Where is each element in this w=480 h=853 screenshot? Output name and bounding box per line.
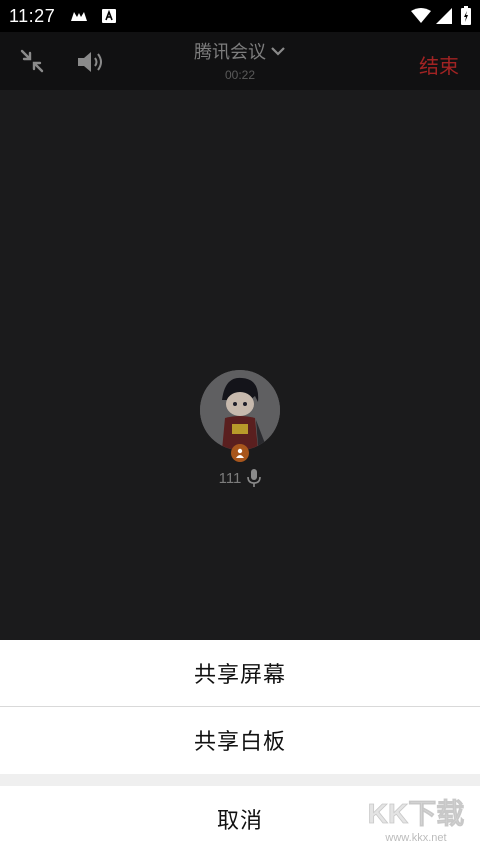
status-time: 11:27	[9, 6, 56, 26]
video-area	[0, 90, 480, 640]
signal-icon	[436, 8, 452, 24]
user-icon	[236, 448, 244, 458]
sheet-separator	[0, 774, 480, 786]
meeting-timer: 00:22	[224, 68, 256, 82]
chevron-down-icon	[271, 47, 285, 56]
end-meeting-button[interactable]: 结束	[419, 50, 459, 79]
participant-avatar[interactable]	[200, 370, 280, 450]
avatar-image	[200, 370, 280, 450]
share-whiteboard-option[interactable]: 共享白板	[0, 707, 480, 773]
notification-app-icon	[71, 12, 87, 21]
share-screen-option[interactable]: 共享屏幕	[0, 640, 480, 706]
meeting-title-text: 腾讯会议	[194, 42, 266, 62]
microphone-icon	[247, 469, 262, 487]
host-badge	[231, 444, 249, 462]
share-options-sheet: 共享屏幕 共享白板 取消	[0, 640, 480, 853]
participant-info: 111	[0, 469, 480, 487]
wifi-icon	[411, 8, 431, 23]
participant-name: 111	[218, 469, 242, 487]
battery-icon	[461, 6, 471, 25]
keyboard-a-icon	[102, 9, 116, 23]
status-bar: 11:27	[0, 0, 480, 32]
cancel-button[interactable]: 取消	[0, 786, 480, 852]
meeting-title[interactable]: 腾讯会议	[0, 38, 480, 64]
